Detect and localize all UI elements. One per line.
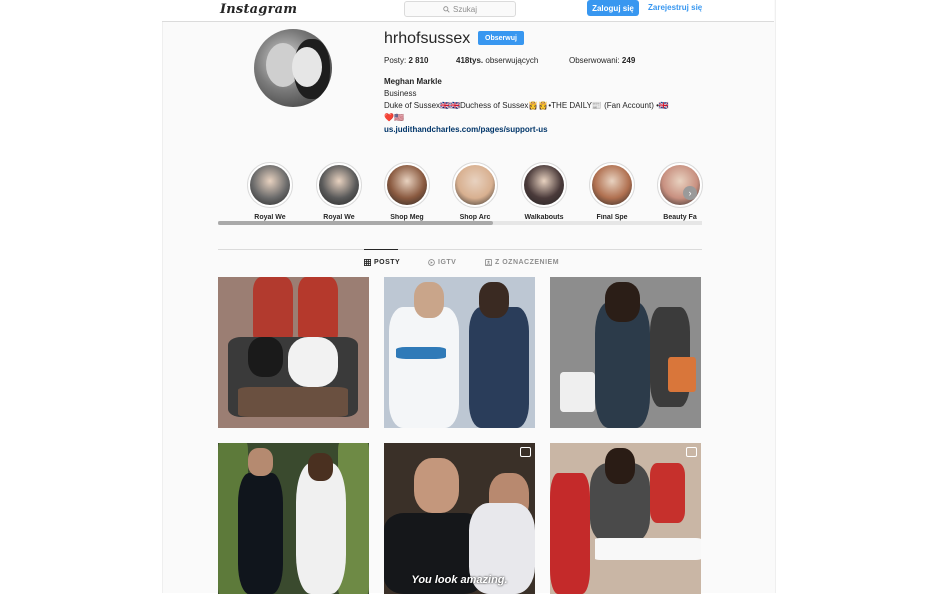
highlight-image [660, 165, 700, 205]
post-tile[interactable] [550, 277, 701, 428]
instagram-logo[interactable]: Instagram [220, 2, 297, 17]
followers-label: obserwujących [485, 56, 539, 65]
following-label: Obserwowani: [569, 56, 620, 65]
highlight-image [250, 165, 290, 205]
highlight-label: Walkabouts [524, 214, 564, 221]
followers-value: 418tys. [456, 56, 484, 65]
tab-tagged-label: Z OZNACZENIEM [495, 259, 560, 266]
highlight-item[interactable]: Beauty Fa [651, 162, 709, 221]
tabs-divider [218, 249, 702, 250]
highlight-label: Shop Meg [390, 214, 424, 221]
grid-icon [364, 259, 371, 266]
highlight-label: Shop Arc [459, 214, 491, 221]
login-button[interactable]: Zaloguj się [587, 0, 639, 16]
highlight-image [387, 165, 427, 205]
post-tile[interactable] [218, 443, 369, 594]
post-tile[interactable] [384, 277, 535, 428]
register-link[interactable]: Zarejestruj się [648, 3, 702, 12]
highlight-cover [657, 162, 703, 208]
highlight-image [592, 165, 632, 205]
highlight-item[interactable]: Walkabouts [515, 162, 573, 221]
highlight-image [524, 165, 564, 205]
tab-posts[interactable]: POSTY [364, 259, 400, 266]
highlight-cover [521, 162, 567, 208]
profile-bio: Meghan Markle Business Duke of Sussex🇬🇧🇬… [384, 76, 704, 136]
post-tile[interactable] [550, 443, 701, 594]
profile-username: hrhofsussex [384, 30, 471, 47]
tab-igtv[interactable]: IGTV [428, 259, 456, 266]
highlight-cover [452, 162, 498, 208]
highlight-cover [589, 162, 635, 208]
highlight-item[interactable]: Royal We [310, 162, 368, 221]
search-input[interactable]: Szukaj [404, 1, 516, 17]
highlight-label: Final Spe [596, 214, 628, 221]
category: Business [384, 89, 417, 98]
highlight-item[interactable]: Final Spe [583, 162, 641, 221]
highlight-cover [316, 162, 362, 208]
website-link[interactable]: us.judithandcharles.com/pages/support-us [384, 124, 704, 136]
posts-count: Posty: 2 810 [384, 56, 429, 65]
highlight-cover [247, 162, 293, 208]
highlight-image [455, 165, 495, 205]
highlight-item[interactable]: Royal We [241, 162, 299, 221]
video-caption: You look amazing. [411, 574, 508, 586]
tab-tagged[interactable]: Z OZNACZENIEM [485, 259, 559, 266]
tagged-icon [485, 259, 492, 266]
highlights-scrollbar-thumb[interactable] [218, 221, 493, 225]
highlight-label: Royal We [323, 214, 355, 221]
highlight-image [319, 165, 359, 205]
search-placeholder: Szukaj [452, 4, 477, 14]
igtv-icon [520, 447, 531, 457]
highlight-item[interactable]: Shop Arc [446, 162, 504, 221]
bio-line-1: Duke of Sussex🇬🇧🇬🇧Duchess of Sussex👸👸•TH… [384, 101, 669, 110]
post-tile[interactable] [218, 277, 369, 428]
active-tab-indicator [364, 249, 398, 250]
tab-posts-label: POSTY [374, 259, 401, 266]
bio-line-2: ❤️🇺🇸 [384, 113, 404, 122]
avatar-face-right [292, 47, 322, 87]
igtv-icon [686, 447, 697, 457]
highlight-cover [384, 162, 430, 208]
profile-avatar[interactable] [254, 29, 332, 107]
posts-value: 2 810 [408, 56, 429, 65]
following-value: 249 [621, 56, 636, 65]
following-count[interactable]: Obserwowani: 249 [569, 56, 635, 65]
post-tile[interactable]: You look amazing. [384, 443, 535, 594]
story-highlights: Royal We Royal We Shop Meg Shop Arc Walkabou… [235, 162, 705, 221]
follow-button[interactable]: Obserwuj [478, 31, 524, 45]
followers-count[interactable]: 418tys. obserwujących [456, 56, 538, 65]
highlight-label: Royal We [254, 214, 286, 221]
highlights-next-button[interactable]: › [683, 186, 697, 200]
highlight-item[interactable]: Shop Meg [378, 162, 436, 221]
highlight-label: Beauty Fa [663, 214, 697, 221]
tab-igtv-label: IGTV [438, 259, 457, 266]
posts-label: Posty: [384, 56, 407, 65]
igtv-icon [428, 259, 435, 266]
chevron-right-icon: › [688, 188, 692, 198]
top-navigation-bar: Instagram Szukaj Zaloguj się Zarejestruj… [162, 0, 774, 22]
search-icon [443, 5, 450, 13]
full-name: Meghan Markle [384, 77, 442, 86]
